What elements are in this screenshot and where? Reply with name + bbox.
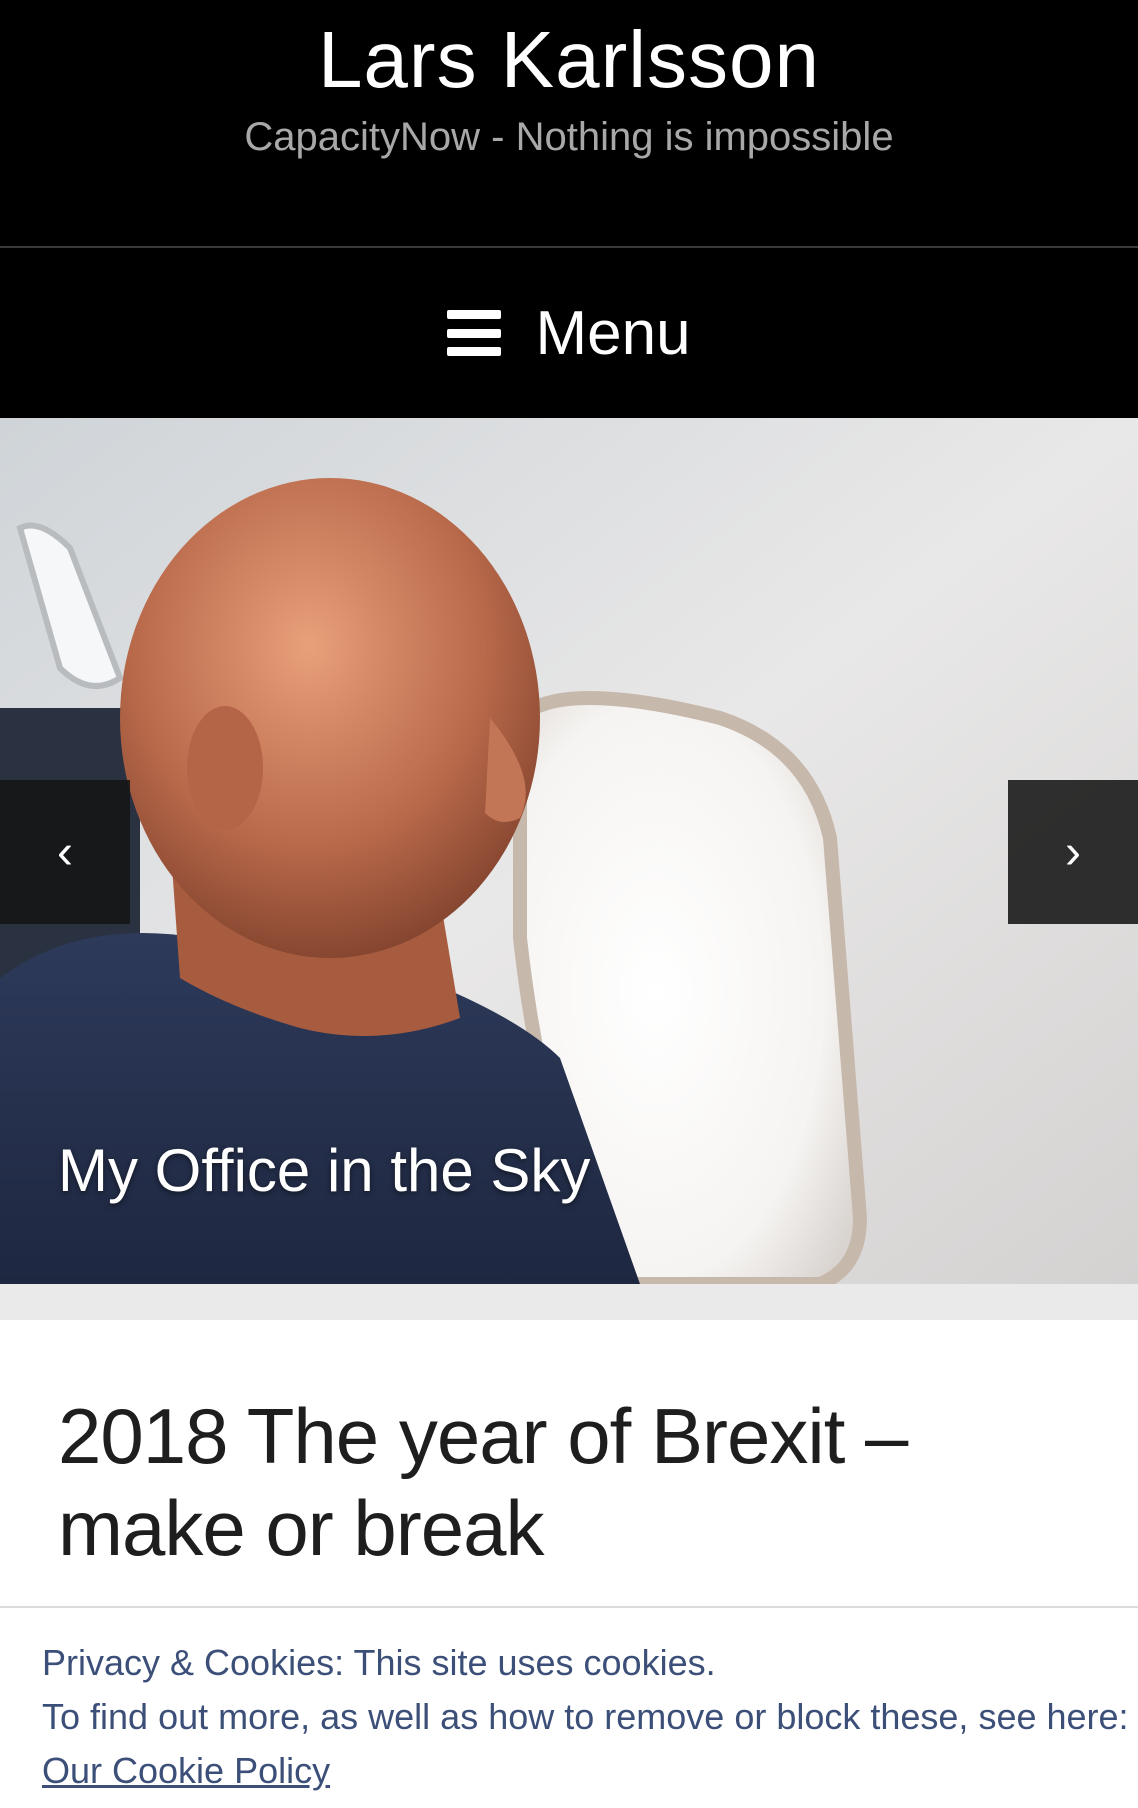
slide-caption[interactable]: My Office in the Sky [58,1136,590,1205]
hamburger-icon[interactable] [447,310,502,356]
site-header: Lars Karlsson CapacityNow - Nothing is i… [0,0,1138,246]
slider-bottom-strip [0,1284,1138,1320]
site-tagline: CapacityNow - Nothing is impossible [244,115,894,159]
slider-next-button[interactable]: › [1008,780,1138,924]
menu-label[interactable]: Menu [535,298,690,369]
cookie-notice-text: Privacy & Cookies: This site uses cookie… [42,1642,716,1683]
menu-toggle-button[interactable]: Menu [0,248,1138,418]
featured-slider[interactable]: ‹ › My Office in the Sky [0,418,1138,1284]
post-title[interactable]: 2018 The year of Brexit – make or break [58,1390,1098,1574]
chevron-left-icon: ‹ [57,825,73,879]
cookie-banner: Privacy & Cookies: This site uses cookie… [0,1606,1138,1808]
slider-prev-button[interactable]: ‹ [0,780,130,924]
cookie-more-info-text: To find out more, as well as how to remo… [42,1696,1129,1737]
cookie-policy-link[interactable]: Our Cookie Policy [42,1750,330,1791]
site-title[interactable]: Lars Karlsson [0,12,1138,108]
chevron-right-icon: › [1065,825,1081,879]
